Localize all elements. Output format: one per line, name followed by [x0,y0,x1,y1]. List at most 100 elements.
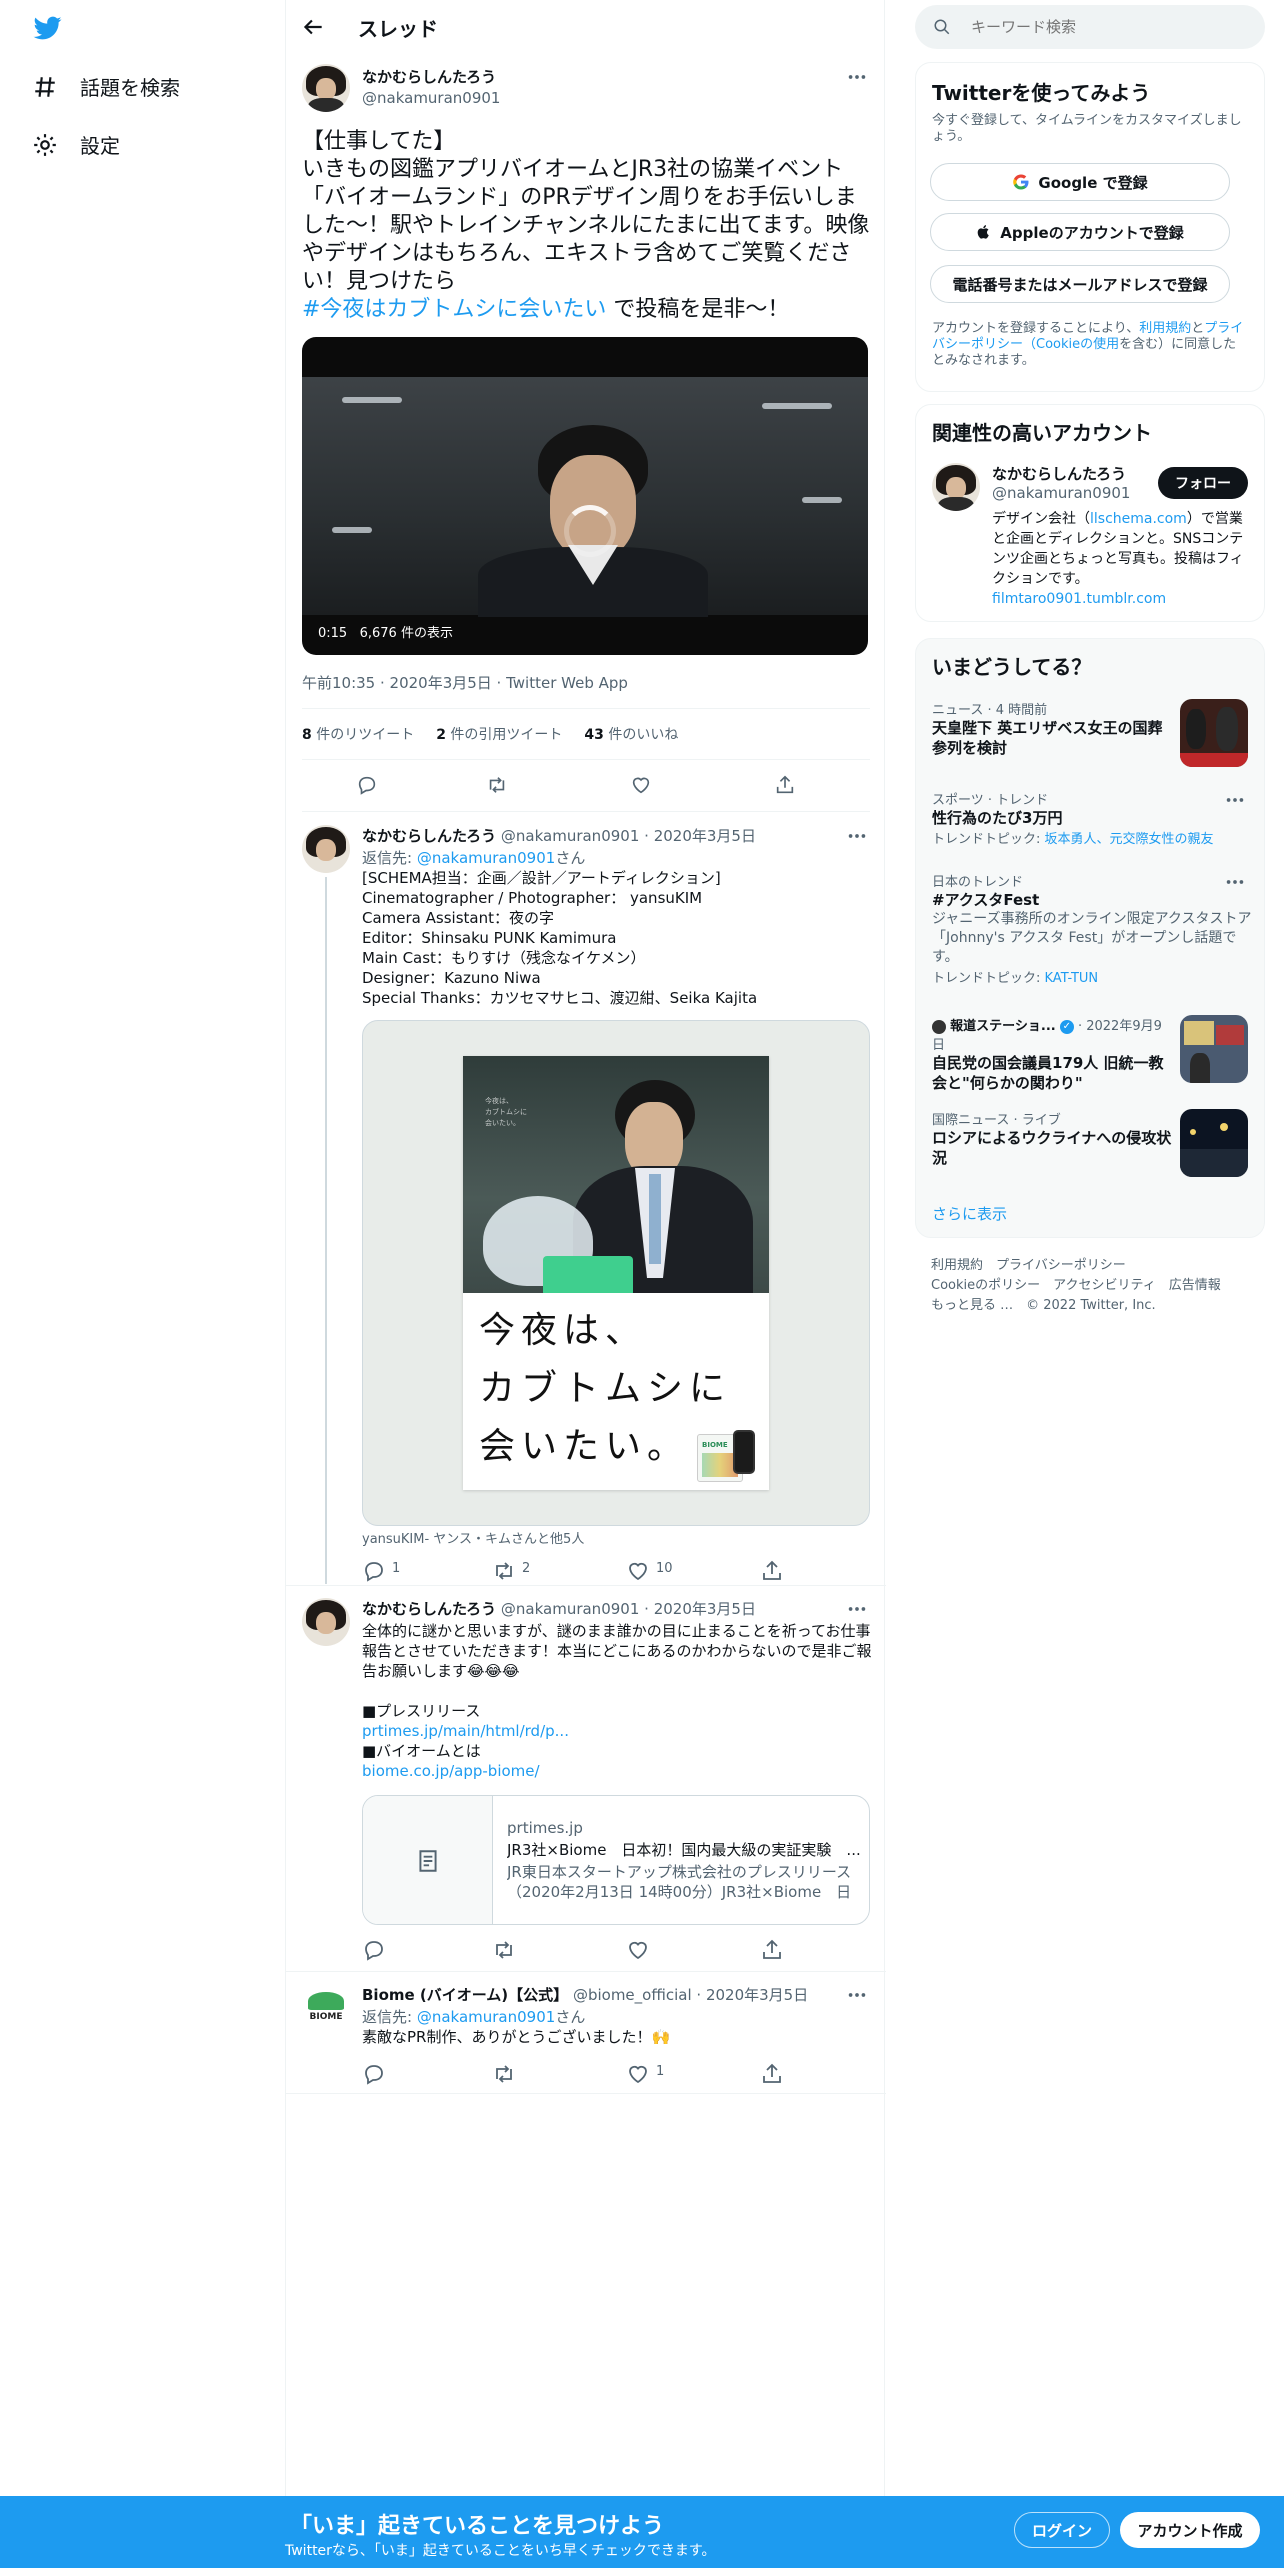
trend-item[interactable]: ニュース · 4 時間前 天皇陛下 英エリザベス女王の国葬参列を検討 [932,699,1172,758]
thread-header: スレッド [286,0,886,53]
back-arrow-icon[interactable] [300,14,326,40]
show-more-link[interactable]: さらに表示 [932,1203,1007,1224]
tweet-text: 素敵なPR制作、ありがとうございました！🙌 [362,2028,671,2046]
signup-button[interactable]: アカウント作成 [1120,2512,1260,2548]
verified-badge-icon: ✓ [1059,1019,1074,1034]
nav-explore-label: 話題を検索 [80,76,180,100]
author-name[interactable]: なかむらしんたろう [362,1600,496,1618]
signup-legal: アカウントを登録することにより、利用規約とプライバシーポリシー（Cookieの使… [932,321,1244,368]
nav-settings[interactable]: 設定 [32,130,120,159]
phone-signup-button[interactable]: 電話番号またはメールアドレスで登録 [930,265,1230,303]
search-input[interactable] [971,5,1251,49]
heart-icon[interactable] [626,1938,650,1962]
video-views: 6,676 件の表示 [359,626,453,641]
footer-line[interactable]: もっと見る … © 2022 Twitter, Inc. [931,1296,1251,1316]
related-handle[interactable]: @nakamuran0901 [992,484,1130,502]
tweet-date[interactable]: · 2020年3月5日 [644,827,756,845]
related-name[interactable]: なかむらしんたろう [992,463,1130,484]
retweet-count[interactable]: 8 件のリツイート [302,724,414,744]
link-preview-card[interactable]: prtimes.jp JR3社×Biome 日本初！国内最大級の実証実験 ...… [362,1795,870,1925]
author-name[interactable]: なかむらしんたろう [362,66,500,87]
more-options-icon[interactable] [1224,871,1246,893]
google-signup-button[interactable]: Google で登録 [930,163,1230,201]
share-button[interactable] [774,774,798,798]
video-player[interactable]: 0:15 6,676 件の表示 [302,337,868,655]
tweet-body-end: で投稿を是非〜！ [606,297,790,322]
search-bar[interactable] [915,5,1265,49]
retweet-icon[interactable] [492,1938,516,1962]
bio-link[interactable]: llschema.com [1090,511,1187,527]
retweet-icon[interactable] [492,1559,516,1583]
trend-topic-link[interactable]: KAT-TUN [1045,971,1099,986]
author-handle[interactable]: @nakamuran0901 [501,827,639,845]
author-handle[interactable]: @nakamuran0901 [501,1600,639,1618]
author-handle[interactable]: @biome_official [573,1986,692,2004]
heart-icon[interactable] [626,1559,650,1583]
tweet-date[interactable]: · 2020年3月5日 [696,1986,808,2004]
biome-avatar[interactable]: BIOME [302,1984,350,2032]
reply-tweet[interactable]: BIOME Biome (バイオーム)【公式】 @biome_official … [286,1972,886,2094]
like-button[interactable] [630,774,654,798]
avatar[interactable] [302,64,350,112]
news-source-avatar [932,1019,946,1034]
reply-to-link[interactable]: @nakamuran0901 [417,2008,555,2026]
reply-icon[interactable] [362,2062,386,2086]
retweet-button[interactable] [486,774,510,798]
tagged-users[interactable]: yansuKIM- ヤンス・キムさんと他5人 [362,1530,584,1550]
footer-line[interactable]: Cookieのポリシー アクセシビリティ 広告情報 [931,1276,1251,1296]
avatar[interactable] [302,1598,350,1646]
share-icon[interactable] [760,1938,784,1962]
avatar[interactable] [932,463,980,511]
like-count: 1 [656,2064,665,2079]
terms-link[interactable]: 利用規約 [1139,321,1191,336]
trend-item[interactable]: 国際ニュース · ライブ ロシアによるウクライナへの侵攻状況 [932,1109,1172,1168]
reply-tweet[interactable]: なかむらしんたろう @nakamuran0901 · 2020年3月5日 全体的… [286,1586,886,1972]
retweet-icon[interactable] [492,2062,516,2086]
apple-signup-button[interactable]: Appleのアカウントで登録 [930,213,1230,251]
author-name[interactable]: Biome (バイオーム)【公式】 [362,1986,568,2004]
google-signup-label: Google で登録 [1038,173,1148,192]
bio-link-2[interactable]: filmtaro0901.tumblr.com [992,591,1166,607]
footer-line[interactable]: 利用規約 プライバシーポリシー [931,1256,1251,1276]
related-account[interactable]: なかむらしんたろう @nakamuran0901 [992,463,1130,502]
quote-count[interactable]: 2 件の引用ツイート [436,724,562,744]
more-options-icon[interactable] [846,66,868,88]
author-handle[interactable]: @nakamuran0901 [362,89,500,107]
more-options-icon[interactable] [846,825,868,847]
main-tweet-text: 【仕事してた】 いきもの図鑑アプリバイオームとJR3社の協業イベント「バイオーム… [302,128,872,324]
more-options-icon[interactable] [846,1984,868,2006]
tweet-header: Biome (バイオーム)【公式】 @biome_official · 2020… [362,1984,872,2005]
trend-category: 日本のトレンド [932,875,1024,890]
reply-to-link[interactable]: @nakamuran0901 [417,849,555,867]
biome-link[interactable]: biome.co.jp/app-biome/ [362,1762,540,1780]
press-release-link[interactable]: prtimes.jp/main/html/rd/p... [362,1722,569,1740]
author-name[interactable]: なかむらしんたろう [362,827,496,845]
trend-topic-link[interactable]: 坂本勇人、元交際女性の親友 [1045,832,1214,847]
hashtag-link[interactable]: #今夜はカブトムシに会いたい [302,297,606,322]
like-count[interactable]: 43 件のいいね [584,724,678,744]
reply-icon[interactable] [362,1938,386,1962]
follow-button[interactable]: フォロー [1158,467,1248,499]
footer-links: 利用規約 プライバシーポリシー Cookieのポリシー アクセシビリティ 広告情… [931,1256,1251,1316]
more-options-icon[interactable] [846,1598,868,1620]
share-icon[interactable] [760,2062,784,2086]
twitter-logo-icon[interactable] [32,14,64,42]
tweet-timestamp[interactable]: 午前10:35 · 2020年3月5日 · Twitter Web App [302,672,628,693]
nav-explore[interactable]: 話題を検索 [32,72,180,101]
tweet-date[interactable]: · 2020年3月5日 [644,1600,756,1618]
main-column: スレッド なかむらしんたろう @nakamuran0901 【仕事してた】 いき… [285,0,886,2568]
trend-item[interactable]: 報道ステーショ... ✓ · 2022年9月9日 自民党の国会議員179人 旧統… [932,1015,1172,1093]
login-button[interactable]: ログイン [1014,2512,1110,2548]
reply-icon[interactable] [362,1559,386,1583]
reply-button[interactable] [356,774,380,798]
poster-image[interactable]: 今夜は、 カブトムシに 会いたい。 今夜は、 カブトムシに 会いたい。 BIOM… [362,1020,870,1526]
heart-icon[interactable] [626,2062,650,2086]
trend-item[interactable]: 日本のトレンド #アクスタFest ジャニーズ事務所のオンライン限定アクスタスト… [932,871,1252,986]
more-options-icon[interactable] [1224,789,1246,811]
trend-item[interactable]: スポーツ · トレンド 性行為のたび3万円 トレンドトピック: 坂本勇人、元交際… [932,789,1252,847]
share-icon[interactable] [760,1559,784,1583]
avatar[interactable] [302,825,350,873]
reply-tweet[interactable]: なかむらしんたろう @nakamuran0901 · 2020年3月5日 返信先… [286,813,886,1586]
link-description: JR東日本スタートアップ株式会社のプレスリリース（2020年2月13日 14時0… [507,1863,852,1901]
main-tweet-author[interactable]: なかむらしんたろう @nakamuran0901 [362,66,500,107]
